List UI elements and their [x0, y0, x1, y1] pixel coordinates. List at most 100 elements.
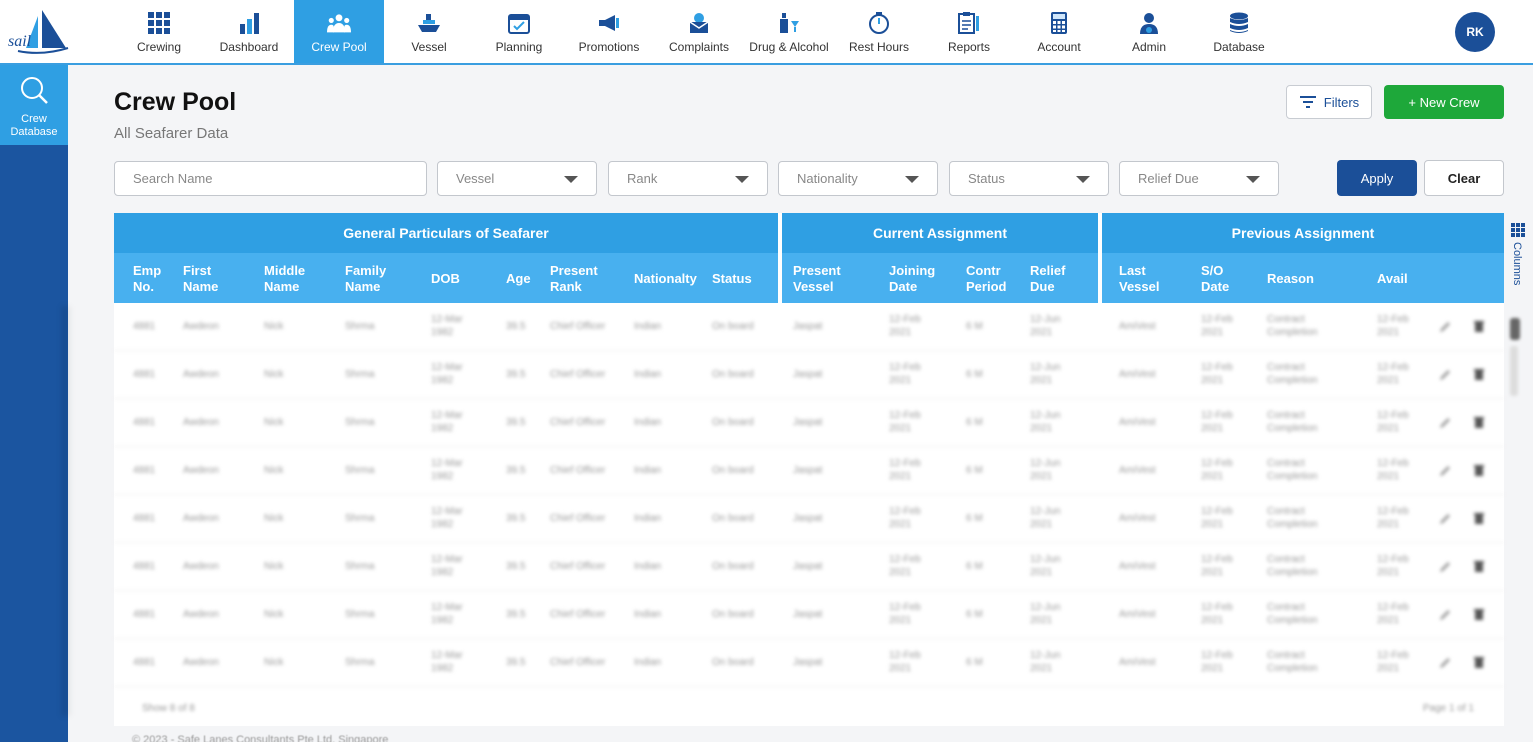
table-cell: 12-Feb 2021	[1201, 457, 1233, 483]
table-row[interactable]: 4881 Awdeon Nick Shrma 12-Mar 1982 39.5 Chief O…	[114, 495, 1504, 543]
sidebar-item-crew-database[interactable]: Crew Database	[0, 65, 68, 145]
column-header[interactable]: Family Name	[345, 263, 386, 295]
delete-trash-icon[interactable]	[1473, 368, 1485, 380]
column-header[interactable]: Avail	[1377, 271, 1408, 287]
scrollbar-thumb[interactable]	[1510, 318, 1520, 340]
relief-due-select[interactable]: Relief Due	[1119, 161, 1279, 196]
edit-pencil-icon[interactable]	[1439, 609, 1451, 621]
table-row[interactable]: 4881 Awdeon Nick Shrma 12-Mar 1982 39.5 Chief O…	[114, 303, 1504, 351]
table-cell: AmiVest	[1119, 513, 1156, 524]
table-cell: Jaspat	[793, 417, 823, 428]
column-header[interactable]: First Name	[183, 263, 218, 295]
delete-trash-icon[interactable]	[1473, 608, 1485, 620]
table-row[interactable]: 4881 Awdeon Nick Shrma 12-Mar 1982 39.5 Chief O…	[114, 591, 1504, 639]
column-header[interactable]: Contr Period	[966, 263, 1006, 295]
columns-panel-toggle[interactable]: Columns	[1508, 220, 1528, 300]
table-row[interactable]: 4881 Awdeon Nick Shrma 12-Mar 1982 39.5 Chief O…	[114, 351, 1504, 399]
delete-trash-icon[interactable]	[1473, 560, 1485, 572]
table-cell: Chief Officer	[550, 513, 606, 524]
table-cell: Indian	[634, 513, 662, 524]
edit-pencil-icon[interactable]	[1439, 561, 1451, 573]
column-header-line: Joining	[889, 263, 936, 278]
table-row[interactable]: 4881 Awdeon Nick Shrma 12-Mar 1982 39.5 Chief O…	[114, 447, 1504, 495]
nav-dashboard[interactable]: Dashboard	[204, 0, 294, 63]
edit-pencil-icon[interactable]	[1439, 513, 1451, 525]
nav-database[interactable]: Database	[1194, 0, 1284, 63]
nav-planning[interactable]: Planning	[474, 0, 564, 63]
column-header[interactable]: Present Rank	[550, 263, 598, 295]
table-cell-line: 2021	[1201, 663, 1224, 674]
vessel-select[interactable]: Vessel	[437, 161, 597, 196]
table-cell: On board	[712, 513, 754, 524]
table-cell: Contract Completion	[1267, 409, 1318, 435]
column-header[interactable]: Status	[712, 271, 752, 287]
table-cell-line: 12-Feb	[1377, 410, 1409, 421]
table-cell: 12-Feb 2021	[889, 361, 921, 387]
left-sidebar: Crew Database	[0, 65, 68, 742]
table-cell-line: 1982	[431, 519, 454, 530]
edit-pencil-icon[interactable]	[1439, 369, 1451, 381]
clear-button[interactable]: Clear	[1424, 160, 1504, 196]
column-header[interactable]: Present Vessel	[793, 263, 841, 295]
status-select[interactable]: Status	[949, 161, 1109, 196]
nav-admin[interactable]: Admin	[1104, 0, 1194, 63]
rank-select[interactable]: Rank	[608, 161, 768, 196]
column-header[interactable]: Emp No.	[133, 263, 161, 295]
delete-trash-icon[interactable]	[1473, 656, 1485, 668]
sail-logo[interactable]: sail	[6, 8, 70, 58]
column-header[interactable]: Nationalty	[634, 271, 697, 287]
table-cell: Jaspat	[793, 657, 823, 668]
complaint-icon	[687, 11, 711, 35]
nav-crew-pool[interactable]: Crew Pool	[294, 0, 384, 63]
nav-account[interactable]: Account	[1014, 0, 1104, 63]
table-cell: Nick	[264, 657, 284, 668]
table-cell: Jaspat	[793, 609, 823, 620]
table-row[interactable]: 4881 Awdeon Nick Shrma 12-Mar 1982 39.5 Chief O…	[114, 543, 1504, 591]
nav-label: Account	[1037, 40, 1081, 54]
table-cell-line: 1982	[431, 567, 454, 578]
nav-promotions[interactable]: Promotions	[564, 0, 654, 63]
delete-trash-icon[interactable]	[1473, 464, 1485, 476]
column-header[interactable]: Joining Date	[889, 263, 935, 295]
delete-trash-icon[interactable]	[1473, 320, 1485, 332]
edit-pencil-icon[interactable]	[1439, 417, 1451, 429]
new-crew-button[interactable]: + New Crew	[1384, 85, 1504, 119]
table-row[interactable]: 4881 Awdeon Nick Shrma 12-Mar 1982 39.5 Chief O…	[114, 639, 1504, 687]
nav-drug-alcohol[interactable]: Drug & Alcohol	[744, 0, 834, 63]
column-header[interactable]: S/O Date	[1201, 263, 1229, 295]
delete-trash-icon[interactable]	[1473, 512, 1485, 524]
column-header[interactable]: Relief Due	[1030, 263, 1065, 295]
column-header-line: Avail	[1377, 271, 1408, 286]
vertical-scrollbar[interactable]	[1510, 318, 1522, 398]
nav-rest-hours[interactable]: Rest Hours	[834, 0, 924, 63]
column-header[interactable]: DOB	[431, 271, 460, 287]
column-header-line: S/O	[1201, 263, 1224, 278]
nav-crewing[interactable]: Crewing	[114, 0, 204, 63]
nav-complaints[interactable]: Complaints	[654, 0, 744, 63]
edit-pencil-icon[interactable]	[1439, 657, 1451, 669]
ship-icon	[417, 11, 441, 35]
nationality-select[interactable]: Nationality	[778, 161, 938, 196]
column-header[interactable]: Middle Name	[264, 263, 305, 295]
edit-pencil-icon[interactable]	[1439, 321, 1451, 333]
table-cell: 4881	[133, 561, 156, 572]
table-cell: Contract Completion	[1267, 505, 1318, 531]
search-name-input[interactable]	[133, 171, 426, 186]
search-name-field[interactable]	[114, 161, 427, 196]
table-cell: 12-Feb 2021	[1377, 361, 1409, 387]
table-cell-line: 12-Feb	[1377, 554, 1409, 565]
filters-button[interactable]: Filters	[1286, 85, 1372, 119]
table-cell-line: 12-Jun	[1030, 314, 1061, 325]
nav-reports[interactable]: Reports	[924, 0, 1014, 63]
delete-trash-icon[interactable]	[1473, 416, 1485, 428]
user-avatar[interactable]: RK	[1455, 12, 1495, 52]
table-cell-line: 2021	[889, 471, 912, 482]
nav-vessel[interactable]: Vessel	[384, 0, 474, 63]
column-header[interactable]: Last Vessel	[1119, 263, 1160, 295]
edit-pencil-icon[interactable]	[1439, 465, 1451, 477]
table-row[interactable]: 4881 Awdeon Nick Shrma 12-Mar 1982 39.5 Chief O…	[114, 399, 1504, 447]
column-header[interactable]: Reason	[1267, 271, 1314, 287]
column-header[interactable]: Age	[506, 271, 531, 287]
apply-button[interactable]: Apply	[1337, 160, 1417, 196]
svg-text:sail: sail	[8, 33, 32, 50]
